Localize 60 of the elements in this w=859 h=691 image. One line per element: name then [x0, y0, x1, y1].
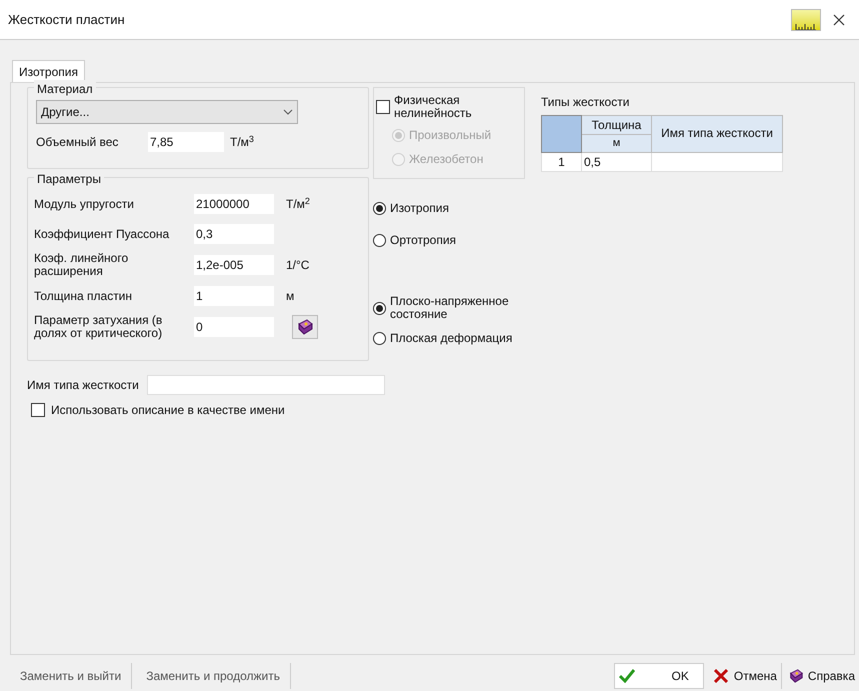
book-icon	[296, 318, 314, 336]
ruler-button[interactable]	[791, 8, 821, 30]
field-label: Объемный вес	[36, 134, 120, 151]
input-field[interactable]: 21000000	[194, 194, 274, 214]
input-field[interactable]	[146, 375, 385, 395]
unit-label: Т/м$^{2}$	[286, 195, 310, 213]
action-button[interactable]: Заменить и продолжить	[136, 663, 291, 689]
field-label: Коэф. линейного расширения	[34, 252, 130, 278]
table-cell[interactable]: 0,5	[582, 152, 652, 171]
checkmark-icon	[618, 669, 635, 683]
close-icon	[833, 14, 845, 26]
radio-button[interactable]	[373, 332, 386, 344]
group-legend: Материал	[34, 80, 96, 98]
input-field[interactable]: 1,2e-005	[194, 255, 274, 275]
book-button[interactable]	[292, 315, 318, 339]
ruler-icon	[795, 22, 817, 30]
help-button[interactable]: Справка	[786, 663, 857, 689]
field-label: Модуль упругости	[34, 198, 135, 210]
unit-label: 1/°С	[286, 257, 310, 274]
checkbox[interactable]	[31, 403, 45, 417]
table-corner	[542, 116, 582, 152]
ok-button[interactable]: OK	[614, 663, 704, 689]
cross-icon	[714, 669, 728, 683]
dropdown-value: Другие...	[41, 104, 90, 121]
cancel-button[interactable]: Отмена	[710, 663, 782, 689]
radio-label: Плоско-напряженное состояние	[390, 295, 510, 321]
chevron-down-icon	[283, 109, 293, 115]
table-cell[interactable]	[652, 152, 782, 171]
radio-label: Железобетон	[409, 151, 484, 168]
column-header[interactable]: Толщина	[582, 116, 652, 134]
input-field[interactable]: 1	[194, 286, 274, 306]
close-button[interactable]	[831, 12, 847, 28]
unit-label: м	[286, 288, 294, 305]
tab[interactable]: Изотропия	[12, 60, 85, 82]
action-button[interactable]: Заменить и выйти	[10, 663, 132, 689]
input-field[interactable]: 0,3	[194, 224, 274, 244]
radio-label: Плоская деформация	[390, 330, 512, 347]
field-label: Параметр затухания (в долях от критического)	[34, 314, 164, 340]
field-label: Коэффициент Пуассона	[34, 228, 170, 240]
column-unit: м	[582, 134, 652, 152]
radio-button[interactable]	[373, 302, 386, 314]
input-field[interactable]: 0	[194, 317, 274, 337]
window-title: Жесткости пластин	[8, 10, 126, 29]
unit-label: Т/м$^{3}$	[230, 133, 254, 151]
radio-button[interactable]	[373, 202, 386, 214]
row-number: 1	[542, 152, 582, 171]
radio-label: Изотропия	[390, 200, 449, 217]
field-label: Толщина пластин	[34, 290, 134, 302]
radio-label: Ортотропия	[390, 232, 456, 249]
book-icon	[788, 668, 804, 684]
radio-label: Произвольный	[409, 127, 492, 144]
checkbox-label: Физическая нелинейность	[394, 94, 473, 120]
field-label: Имя типа жесткости	[27, 377, 139, 394]
input-field[interactable]: 7,85	[148, 132, 224, 152]
column-header[interactable]: Имя типа жесткости	[652, 116, 782, 152]
table-title: Типы жесткости	[541, 94, 630, 111]
material-dropdown[interactable]: Другие...	[36, 100, 298, 124]
checkbox-label: Использовать описание в качестве имени	[51, 402, 285, 419]
checkbox[interactable]	[376, 100, 390, 114]
radio-button[interactable]	[373, 234, 386, 246]
